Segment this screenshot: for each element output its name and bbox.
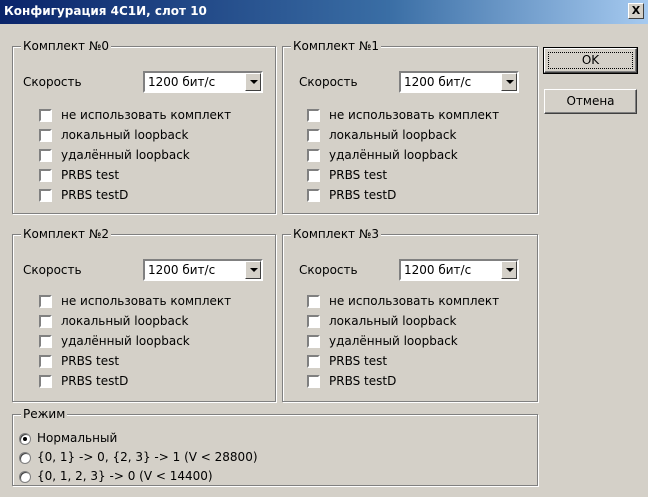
checkbox[interactable] [39,375,52,388]
chevron-down-icon[interactable] [501,73,517,91]
checkbox[interactable] [39,295,52,308]
checkbox[interactable] [307,355,320,368]
mode-title: Режим [21,407,68,421]
option-label: PRBS testD [329,374,397,388]
ok-label: OK [581,53,600,67]
checkbox[interactable] [39,315,52,328]
option-label: локальный loopback [61,314,189,328]
option-label: PRBS testD [61,188,129,202]
kit-3-group: Комплект №3 Скорость 1200 бит/с не испол… [282,227,538,402]
option-label: не использовать комплект [61,294,232,308]
checkbox[interactable] [307,169,320,182]
chevron-down-icon[interactable] [245,73,261,91]
checkbox[interactable] [39,335,52,348]
kit-0-speed-select[interactable]: 1200 бит/с [143,71,263,93]
radio-button[interactable] [19,433,31,445]
cancel-button[interactable]: Отмена [544,89,637,114]
kit-3-speed-value: 1200 бит/с [404,263,472,277]
kit-2-speed-label: Скорость [23,263,82,277]
option-label: не использовать комплект [329,294,500,308]
checkbox[interactable] [39,129,52,142]
option-label: не использовать комплект [329,108,500,122]
kit-0-speed-value: 1200 бит/с [148,75,216,89]
kit-2-speed-select[interactable]: 1200 бит/с [143,259,263,281]
kit-2-speed-value: 1200 бит/с [148,263,216,277]
option-label: удалённый loopback [61,334,190,348]
kit-3-title: Комплект №3 [291,227,381,241]
kit-1-speed-label: Скорость [299,75,358,89]
window-title: Конфигурация 4С1И, слот 10 [4,4,207,18]
kit-2-group: Комплект №2 Скорость 1200 бит/с не испол… [12,227,276,402]
chevron-down-icon[interactable] [501,261,517,279]
cancel-label: Отмена [566,94,615,108]
checkbox[interactable] [307,315,320,328]
chevron-down-icon[interactable] [245,261,261,279]
kit-1-group: Комплект №1 Скорость 1200 бит/с не испол… [282,39,538,214]
checkbox[interactable] [307,375,320,388]
kit-3-speed-label: Скорость [299,263,358,277]
mode-option-label: {0, 1, 2, 3} -> 0 (V < 14400) [37,469,213,483]
checkbox[interactable] [39,355,52,368]
option-label: удалённый loopback [329,334,458,348]
checkbox[interactable] [39,189,52,202]
kit-3-speed-select[interactable]: 1200 бит/с [399,259,519,281]
kit-0-group: Комплект №0 Скорость 1200 бит/с не испол… [12,39,276,214]
ok-button[interactable]: OK [543,47,638,74]
option-label: удалённый loopback [61,148,190,162]
title-bar[interactable]: Конфигурация 4С1И, слот 10 X [0,0,648,24]
mode-group: Режим Нормальный {0, 1} -> 0, {2, 3} -> … [12,407,538,486]
checkbox[interactable] [39,169,52,182]
kit-2-title: Комплект №2 [21,227,111,241]
option-label: PRBS testD [61,374,129,388]
option-label: локальный loopback [329,128,457,142]
kit-0-title: Комплект №0 [21,39,111,53]
option-label: PRBS test [329,354,388,368]
checkbox[interactable] [307,295,320,308]
option-label: PRBS test [329,168,388,182]
option-label: локальный loopback [329,314,457,328]
kit-0-speed-label: Скорость [23,75,82,89]
kit-1-speed-select[interactable]: 1200 бит/с [399,71,519,93]
checkbox[interactable] [307,335,320,348]
kit-1-speed-value: 1200 бит/с [404,75,472,89]
option-label: PRBS test [61,168,120,182]
radio-button[interactable] [19,452,31,464]
option-label: удалённый loopback [329,148,458,162]
checkbox[interactable] [307,129,320,142]
checkbox[interactable] [307,109,320,122]
checkbox[interactable] [39,149,52,162]
checkbox[interactable] [307,189,320,202]
option-label: PRBS test [61,354,120,368]
option-label: локальный loopback [61,128,189,142]
kit-1-title: Комплект №1 [291,39,381,53]
radio-button[interactable] [19,471,31,483]
close-button[interactable]: X [628,3,644,19]
option-label: не использовать комплект [61,108,232,122]
checkbox[interactable] [39,109,52,122]
checkbox[interactable] [307,149,320,162]
mode-option-label: {0, 1} -> 0, {2, 3} -> 1 (V < 28800) [37,450,258,464]
option-label: PRBS testD [329,188,397,202]
mode-option-label: Нормальный [37,431,118,445]
